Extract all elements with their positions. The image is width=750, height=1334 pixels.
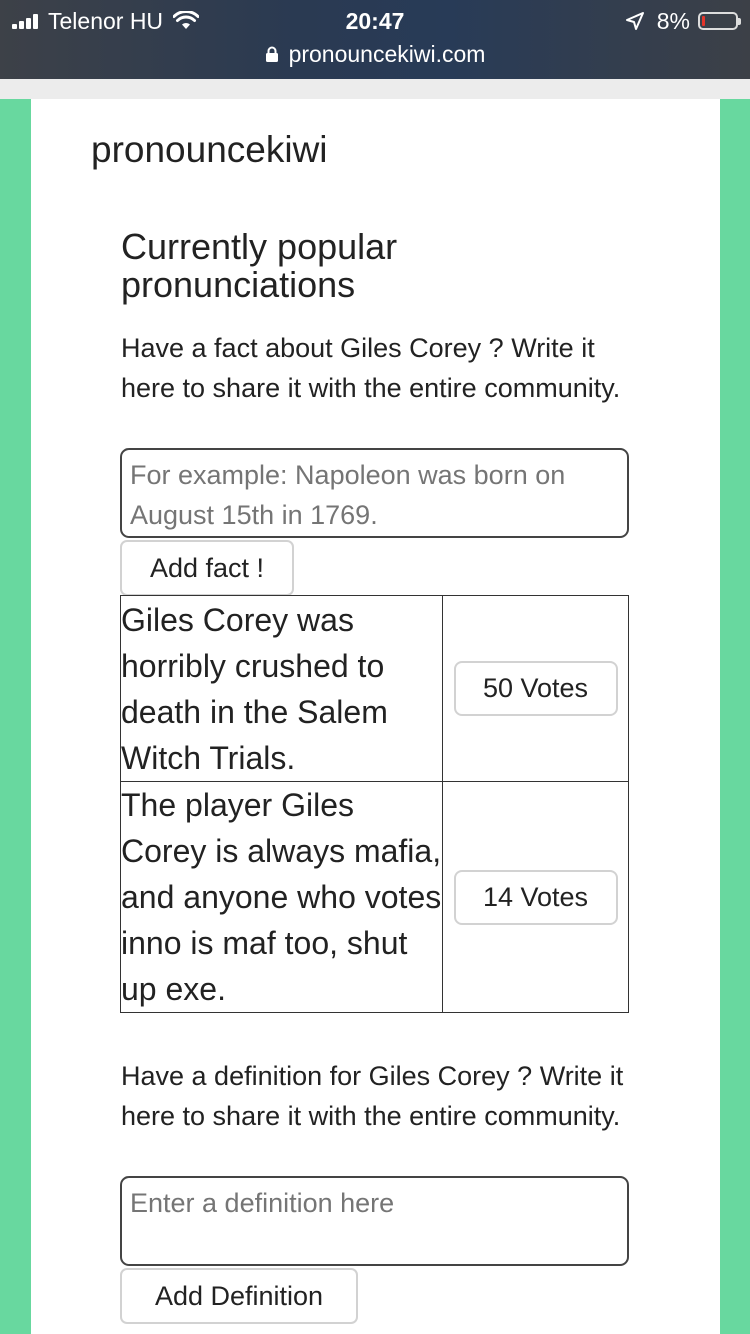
status-right: 8% — [625, 6, 741, 36]
battery-fill — [702, 16, 705, 26]
battery-percent: 8% — [656, 7, 690, 34]
lock-icon — [265, 46, 278, 62]
facts-table: Giles Corey was horribly crushed to deat… — [120, 595, 629, 1013]
definition-prompt: Have a definition for Giles Corey ? Writ… — [121, 1061, 624, 1131]
fact-text: The player Giles Corey is always mafia, … — [120, 781, 443, 1013]
battery-icon — [698, 12, 741, 30]
add-fact-button[interactable]: Add fact ! — [120, 540, 294, 596]
main-content: pronouncekiwi Currently popular pronunci… — [31, 99, 720, 1334]
table-row: Giles Corey was horribly crushed to deat… — [120, 595, 629, 782]
page-top-divider — [0, 79, 750, 99]
vote-cell: 14 Votes — [442, 781, 629, 1013]
table-row: The player Giles Corey is always mafia, … — [120, 781, 629, 1013]
address-bar[interactable]: pronouncekiwi.com — [0, 38, 750, 70]
fact-prompt: Have a fact about Giles Corey ? Write it… — [121, 333, 621, 403]
definition-input[interactable] — [120, 1176, 629, 1266]
vote-button[interactable]: 50 Votes — [453, 661, 618, 716]
site-logo[interactable]: pronouncekiwi — [91, 129, 328, 171]
browser-status-bar: Telenor HU 20:47 8% pronouncekiwi.com — [0, 0, 750, 79]
fact-text: Giles Corey was horribly crushed to deat… — [120, 595, 443, 782]
right-green-border — [720, 99, 750, 1334]
vote-button[interactable]: 14 Votes — [453, 869, 618, 925]
vote-cell: 50 Votes — [442, 595, 629, 782]
add-definition-button[interactable]: Add Definition — [120, 1268, 358, 1324]
location-arrow-icon — [625, 12, 644, 30]
section-heading: Currently popular pronunciations — [121, 226, 398, 305]
left-green-border — [0, 99, 31, 1334]
url-text[interactable]: pronouncekiwi.com — [289, 41, 486, 68]
fact-input[interactable] — [120, 448, 629, 538]
